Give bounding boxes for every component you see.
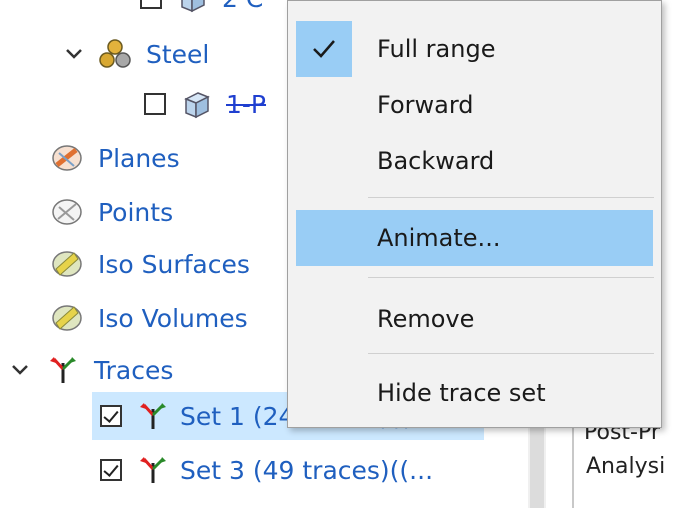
menu-item-remove[interactable]: Remove [288,291,661,347]
menu-item-label: Hide trace set [377,379,546,407]
menu-item-label: Remove [377,305,475,333]
tree-item-label: 2 C [222,0,263,13]
checkbox[interactable] [100,459,122,481]
tree-item-set-3[interactable]: Set 3 (49 traces)((... [100,446,433,494]
tree-item-points[interactable]: Points [50,188,173,236]
box-icon [184,92,210,119]
tree-item-label: Set 3 (49 traces)((... [180,455,434,485]
tree-item-steel[interactable]: Steel [62,30,209,78]
menu-separator [368,277,654,278]
chevron-down-icon[interactable] [8,358,32,382]
checkbox[interactable] [140,0,162,9]
tree-item-label: Planes [98,143,180,173]
menu-separator [368,197,654,198]
context-menu: Full range Forward Backward Animate... R… [287,0,662,428]
iso-volume-icon [52,305,82,331]
material-icon [99,39,131,68]
checkbox[interactable] [144,93,166,115]
tree-item-planes[interactable]: Planes [50,134,180,182]
tree-item-label: Iso Volumes [98,303,248,333]
iso-surface-icon [52,251,82,277]
menu-item-full-range[interactable]: Full range [288,21,661,77]
traces-icon [50,357,76,383]
points-icon [52,199,82,225]
tree-item-label: Steel [146,39,210,69]
output-line: Analysi [586,454,666,479]
tree-item-traces[interactable]: Traces [8,346,173,394]
tree-item-label: Points [98,197,174,227]
menu-item-forward[interactable]: Forward [288,77,661,133]
tree-item-partial[interactable]: 2 C [140,0,263,22]
tree-item-label: 1-P [226,89,267,119]
traces-icon [140,457,166,483]
tree-item-iso-surfaces[interactable]: Iso Surfaces [50,240,250,288]
menu-item-label: Backward [377,147,495,175]
tree-item-label: Iso Surfaces [98,249,250,279]
menu-item-backward[interactable]: Backward [288,133,661,189]
menu-item-hide-trace-set[interactable]: Hide trace set [288,365,661,421]
menu-item-label: Full range [377,35,496,63]
tree-item-label: Traces [94,355,174,385]
box-icon [181,0,205,13]
menu-item-label: Forward [377,91,474,119]
tree-item-iso-volumes[interactable]: Iso Volumes [50,294,248,342]
tree-item-steel-part[interactable]: 1-P [144,80,266,128]
menu-separator [368,353,654,354]
menu-item-animate[interactable]: Animate... [296,210,653,266]
menu-item-label: Animate... [377,224,501,252]
checkbox[interactable] [100,405,122,427]
traces-icon [140,403,166,429]
plane-icon [52,145,82,171]
chevron-down-icon[interactable] [62,42,86,66]
